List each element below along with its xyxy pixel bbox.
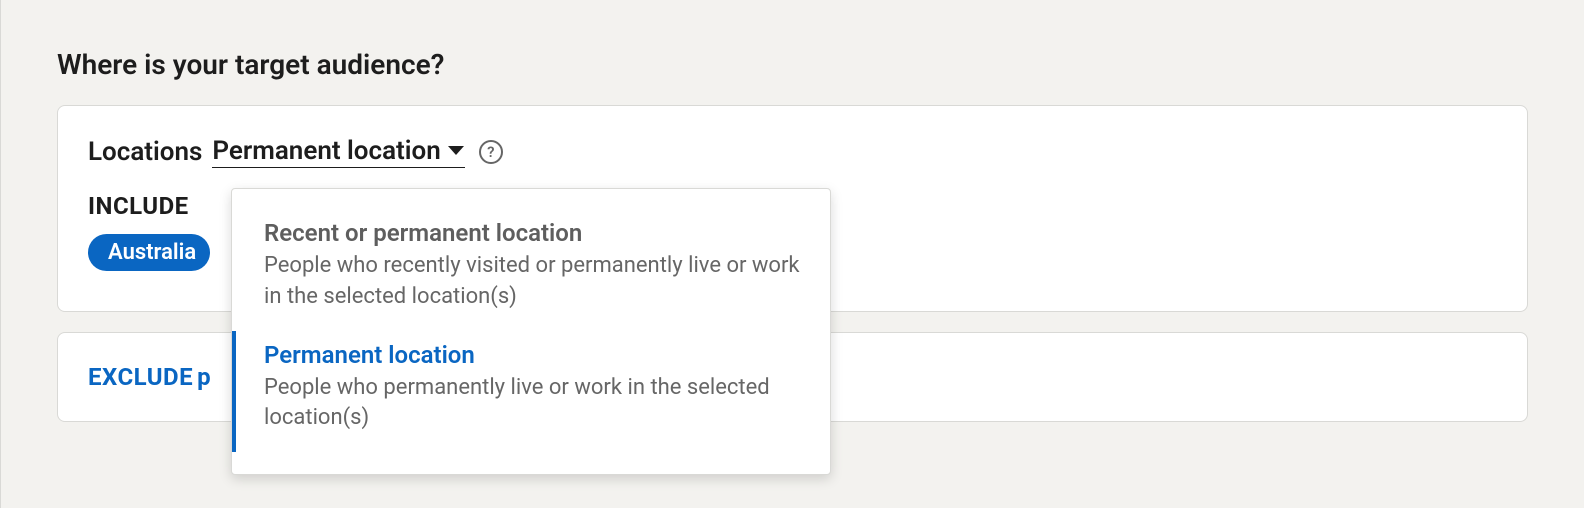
option-desc: People who permanently live or work in t… (264, 373, 802, 435)
location-type-selected: Permanent location (212, 136, 440, 166)
pill-label: Australia (108, 240, 196, 265)
location-type-dropdown-menu: Recent or permanent location People who … (231, 188, 831, 475)
location-pill-australia[interactable]: Australia (88, 234, 210, 271)
option-title: Recent or permanent location (264, 219, 802, 247)
location-type-dropdown[interactable]: Permanent location (212, 136, 464, 168)
dropdown-option-permanent[interactable]: Permanent location People who permanentl… (232, 331, 830, 453)
option-title: Permanent location (264, 341, 802, 369)
help-icon[interactable]: ? (479, 140, 503, 164)
dropdown-option-recent-or-permanent[interactable]: Recent or permanent location People who … (232, 209, 830, 331)
exclude-label[interactable]: EXCLUDE (88, 363, 193, 391)
locations-label: Locations (88, 137, 202, 167)
locations-header-row: Locations Permanent location ? (88, 136, 1497, 168)
exclude-trailing-text: p (197, 363, 211, 391)
section-title: Where is your target audience? (57, 48, 1528, 81)
option-desc: People who recently visited or permanent… (264, 251, 802, 313)
caret-down-icon (447, 145, 465, 157)
